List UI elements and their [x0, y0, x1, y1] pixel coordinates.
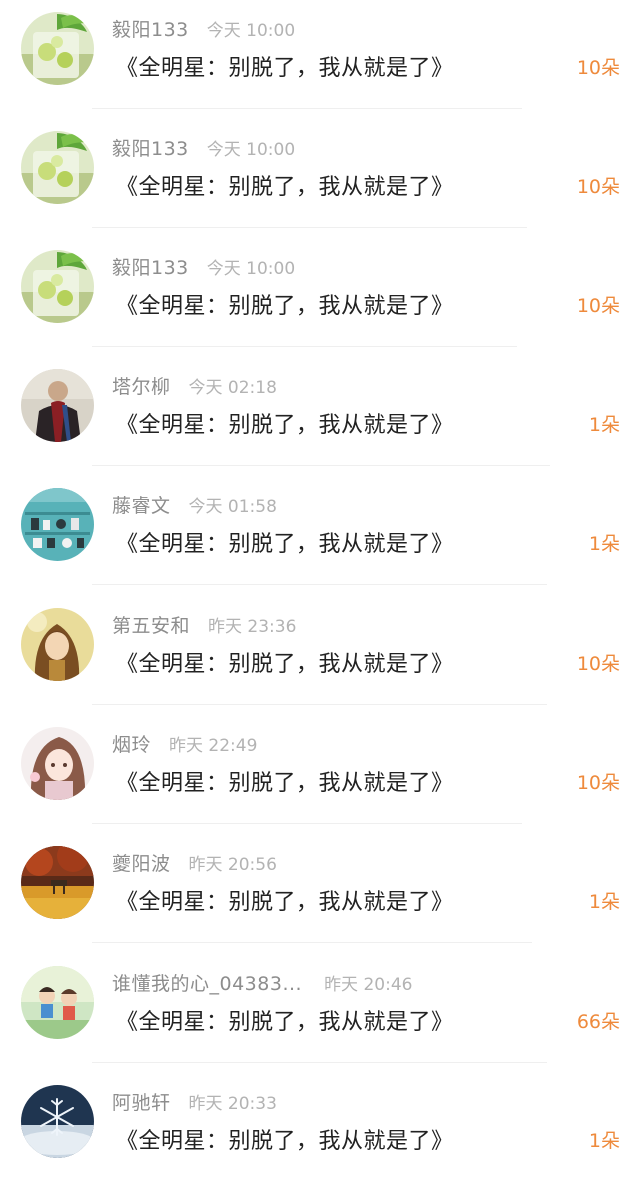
lime-drink-avatar-image	[21, 250, 94, 323]
avatar-anime-girl-pink[interactable]	[21, 727, 94, 800]
book-title: 《全明星：别脱了，我从就是了》	[116, 1010, 454, 1035]
gift-count: 10朵	[576, 772, 620, 794]
divider	[92, 942, 532, 943]
username[interactable]: 阿驰轩	[112, 1088, 171, 1115]
teal-shelf-avatar-image	[21, 488, 94, 561]
divider	[92, 346, 517, 347]
username[interactable]: 毅阳133	[112, 15, 189, 42]
avatar-lime-drink[interactable]	[21, 12, 94, 85]
item-meta: 阿驰轩 昨天 20:33	[112, 1088, 277, 1116]
timestamp: 昨天 23:36	[208, 617, 297, 637]
gift-count: 10朵	[576, 57, 620, 79]
item-meta: 塔尔柳 今天 02:18	[112, 372, 277, 400]
list-item[interactable]: 第五安和 昨天 23:36 《全明星：别脱了，我从就是了》 10朵	[0, 596, 640, 715]
book-title: 《全明星：别脱了，我从就是了》	[116, 413, 454, 438]
anime-girl-yellow-avatar-image	[21, 608, 94, 681]
book-title: 《全明星：别脱了，我从就是了》	[116, 890, 454, 915]
lime-drink-avatar-image	[21, 131, 94, 204]
item-meta: 烟玲 昨天 22:49	[112, 730, 257, 758]
gift-count: 66朵	[576, 1011, 620, 1033]
gift-count: 1朵	[588, 891, 620, 913]
book-title: 《全明星：别脱了，我从就是了》	[116, 532, 454, 557]
username[interactable]: 夔阳波	[112, 849, 171, 876]
list-item[interactable]: 毅阳133 今天 10:00 《全明星：别脱了，我从就是了》 10朵	[0, 119, 640, 238]
book-title: 《全明星：别脱了，我从就是了》	[116, 175, 454, 200]
list-item[interactable]: 谁懂我的心_04383... 昨天 20:46 《全明星：别脱了，我从就是了》 …	[0, 954, 640, 1073]
gift-count: 1朵	[588, 414, 620, 436]
autumn-field-avatar-image	[21, 846, 94, 919]
timestamp: 今天 02:18	[188, 378, 277, 398]
timestamp: 今天 10:00	[206, 259, 296, 279]
list-item[interactable]: 阿驰轩 昨天 20:33 《全明星：别脱了，我从就是了》 1朵	[0, 1073, 640, 1192]
lime-drink-avatar-image	[21, 12, 94, 85]
timestamp: 昨天 20:33	[188, 1094, 277, 1114]
list-item[interactable]: 夔阳波 昨天 20:56 《全明星：别脱了，我从就是了》 1朵	[0, 834, 640, 953]
timestamp: 昨天 20:56	[188, 855, 277, 875]
avatar-teal-shelf[interactable]	[21, 488, 94, 561]
avatar-lime-drink[interactable]	[21, 250, 94, 323]
list-item[interactable]: 毅阳133 今天 10:00 《全明星：别脱了，我从就是了》 10朵	[0, 0, 640, 119]
snowflake-avatar-image	[21, 1085, 94, 1158]
avatar-autumn-field[interactable]	[21, 846, 94, 919]
gift-count: 10朵	[576, 176, 620, 198]
avatar-cartoon-kids[interactable]	[21, 966, 94, 1039]
book-title: 《全明星：别脱了，我从就是了》	[116, 294, 454, 319]
list-item[interactable]: 藤睿文 今天 01:58 《全明星：别脱了，我从就是了》 1朵	[0, 476, 640, 595]
username[interactable]: 第五安和	[112, 611, 190, 638]
username[interactable]: 烟玲	[112, 730, 151, 757]
divider	[92, 823, 522, 824]
username[interactable]: 毅阳133	[112, 253, 189, 280]
man-scarf-avatar-image	[21, 369, 94, 442]
timestamp: 昨天 22:49	[169, 736, 258, 756]
username[interactable]: 谁懂我的心_04383...	[112, 969, 302, 996]
timestamp: 今天 10:00	[206, 140, 296, 160]
item-meta: 毅阳133 今天 10:00	[112, 15, 295, 43]
list-item[interactable]: 烟玲 昨天 22:49 《全明星：别脱了，我从就是了》 10朵	[0, 715, 640, 834]
avatar-lime-drink[interactable]	[21, 131, 94, 204]
list-item[interactable]: 塔尔柳 今天 02:18 《全明星：别脱了，我从就是了》 1朵	[0, 357, 640, 476]
divider	[92, 584, 547, 585]
divider	[92, 704, 547, 705]
book-title: 《全明星：别脱了，我从就是了》	[116, 56, 454, 81]
item-meta: 谁懂我的心_04383... 昨天 20:46	[112, 969, 412, 997]
item-meta: 藤睿文 今天 01:58	[112, 491, 277, 519]
item-meta: 毅阳133 今天 10:00	[112, 134, 295, 162]
timestamp: 昨天 20:46	[324, 975, 413, 995]
timestamp: 今天 01:58	[188, 497, 277, 517]
anime-girl-pink-avatar-image	[21, 727, 94, 800]
timestamp: 今天 10:00	[206, 21, 296, 41]
avatar-anime-girl-yellow[interactable]	[21, 608, 94, 681]
divider	[92, 465, 550, 466]
gift-count: 10朵	[576, 295, 620, 317]
divider	[92, 108, 522, 109]
item-meta: 毅阳133 今天 10:00	[112, 253, 295, 281]
list-item[interactable]: 毅阳133 今天 10:00 《全明星：别脱了，我从就是了》 10朵	[0, 238, 640, 357]
book-title: 《全明星：别脱了，我从就是了》	[116, 771, 454, 796]
item-meta: 夔阳波 昨天 20:56	[112, 849, 277, 877]
gift-record-list: 毅阳133 今天 10:00 《全明星：别脱了，我从就是了》 10朵 毅阳133…	[0, 0, 640, 1176]
item-meta: 第五安和 昨天 23:36	[112, 611, 296, 639]
cartoon-kids-avatar-image	[21, 966, 94, 1039]
username[interactable]: 毅阳133	[112, 134, 189, 161]
divider	[92, 227, 527, 228]
book-title: 《全明星：别脱了，我从就是了》	[116, 652, 454, 677]
username[interactable]: 塔尔柳	[112, 372, 171, 399]
username[interactable]: 藤睿文	[112, 491, 171, 518]
gift-count: 10朵	[576, 653, 620, 675]
gift-count: 1朵	[588, 533, 620, 555]
gift-count: 1朵	[588, 1130, 620, 1152]
avatar-snowflake[interactable]	[21, 1085, 94, 1158]
avatar-man-scarf[interactable]	[21, 369, 94, 442]
divider	[92, 1062, 547, 1063]
book-title: 《全明星：别脱了，我从就是了》	[116, 1129, 454, 1154]
